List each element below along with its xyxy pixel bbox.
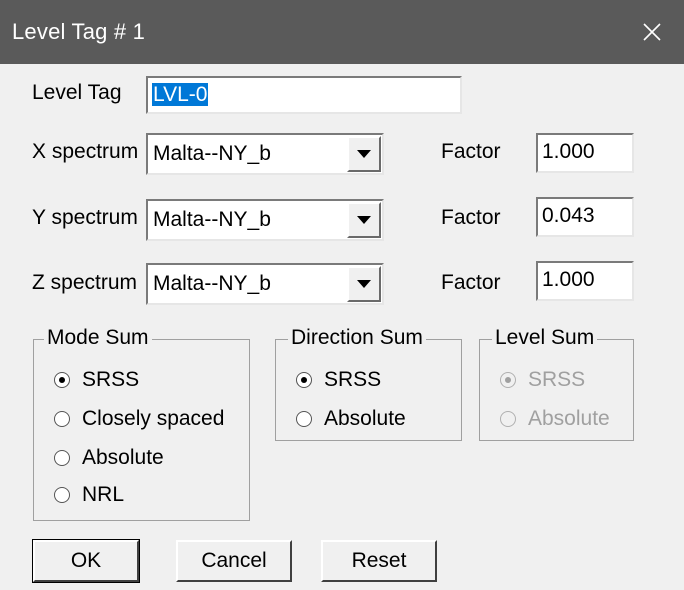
- radio-unchecked-icon: [54, 411, 70, 427]
- y-factor-input[interactable]: 0.043: [536, 197, 634, 237]
- y-spectrum-label: Y spectrum: [32, 206, 138, 229]
- x-spectrum-select[interactable]: Malta--NY_b: [146, 133, 384, 175]
- x-factor-input[interactable]: 1.000: [536, 133, 634, 173]
- radio-checked-icon: [500, 372, 516, 388]
- direction-sum-group: Direction Sum SRSS Absolute: [275, 326, 462, 441]
- y-factor-value: 0.043: [542, 204, 595, 227]
- direction-sum-absolute-radio[interactable]: Absolute: [296, 407, 406, 431]
- close-icon[interactable]: [620, 0, 684, 64]
- level-sum-absolute-radio: Absolute: [500, 407, 610, 431]
- z-spectrum-select[interactable]: Malta--NY_b: [146, 263, 384, 305]
- radio-unchecked-icon: [296, 411, 312, 427]
- window-title: Level Tag # 1: [12, 19, 146, 44]
- radio-unchecked-icon: [500, 411, 516, 427]
- level-sum-srss-radio: SRSS: [500, 368, 585, 392]
- level-tag-input[interactable]: LVL-0: [146, 76, 462, 114]
- x-factor-label: Factor: [441, 140, 501, 163]
- y-spectrum-value: Malta--NY_b: [153, 208, 271, 231]
- radio-label: SRSS: [324, 368, 382, 391]
- ok-button[interactable]: OK: [32, 539, 140, 583]
- chevron-down-icon[interactable]: [347, 136, 381, 172]
- z-factor-value: 1.000: [542, 268, 595, 291]
- level-tag-label: Level Tag: [32, 81, 122, 104]
- z-spectrum-value: Malta--NY_b: [153, 272, 271, 295]
- reset-button[interactable]: Reset: [321, 540, 437, 582]
- x-spectrum-label: X spectrum: [32, 140, 139, 163]
- radio-label: Absolute: [82, 446, 164, 469]
- radio-label: SRSS: [82, 368, 140, 391]
- chevron-down-icon[interactable]: [347, 266, 381, 302]
- mode-sum-closely-spaced-radio[interactable]: Closely spaced: [54, 407, 224, 431]
- y-spectrum-select[interactable]: Malta--NY_b: [146, 199, 384, 241]
- x-factor-value: 1.000: [542, 140, 595, 163]
- cancel-button[interactable]: Cancel: [176, 540, 292, 582]
- radio-label: Closely spaced: [82, 407, 225, 430]
- radio-label: Absolute: [528, 407, 610, 430]
- radio-label: SRSS: [528, 368, 586, 391]
- radio-label: Absolute: [324, 407, 406, 430]
- title-bar: Level Tag # 1: [0, 0, 684, 64]
- mode-sum-absolute-radio[interactable]: Absolute: [54, 446, 164, 470]
- y-factor-label: Factor: [441, 206, 501, 229]
- radio-unchecked-icon: [54, 487, 70, 503]
- level-tag-value: LVL-0: [152, 83, 209, 106]
- radio-unchecked-icon: [54, 450, 70, 466]
- direction-sum-title: Direction Sum: [288, 326, 426, 350]
- radio-checked-icon: [296, 372, 312, 388]
- z-factor-input[interactable]: 1.000: [536, 261, 634, 301]
- chevron-down-icon[interactable]: [347, 202, 381, 238]
- mode-sum-nrl-radio[interactable]: NRL: [54, 483, 124, 507]
- mode-sum-group: Mode Sum SRSS Closely spaced Absolute NR…: [33, 326, 250, 521]
- radio-checked-icon: [54, 372, 70, 388]
- mode-sum-srss-radio[interactable]: SRSS: [54, 368, 139, 392]
- mode-sum-title: Mode Sum: [44, 326, 152, 350]
- x-spectrum-value: Malta--NY_b: [153, 142, 271, 165]
- level-sum-group: Level Sum SRSS Absolute: [479, 326, 634, 441]
- radio-label: NRL: [82, 483, 125, 506]
- z-factor-label: Factor: [441, 271, 501, 294]
- direction-sum-srss-radio[interactable]: SRSS: [296, 368, 381, 392]
- z-spectrum-label: Z spectrum: [32, 271, 138, 294]
- level-sum-title: Level Sum: [492, 326, 598, 350]
